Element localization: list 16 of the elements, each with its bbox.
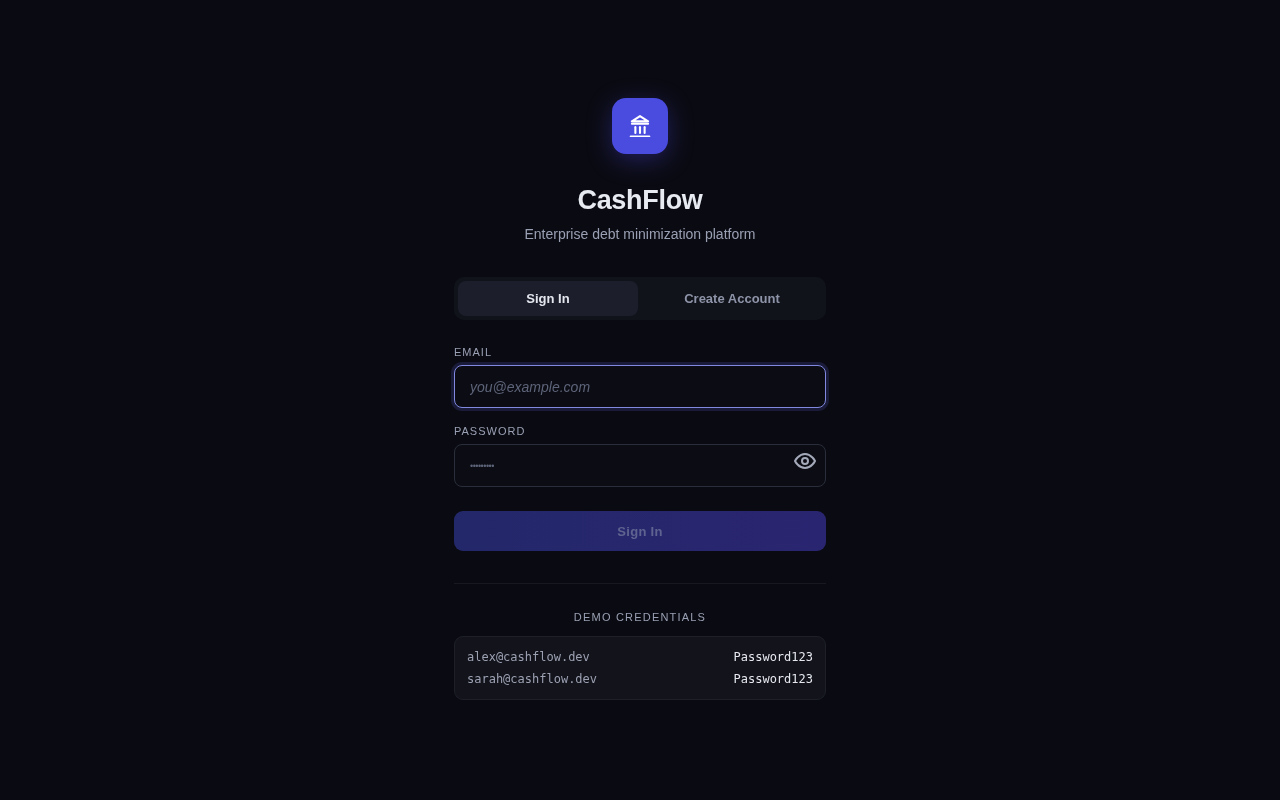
demo-password: Password123 [733, 649, 813, 665]
show-password-button[interactable] [794, 453, 816, 469]
auth-tab[interactable]: Create Account [642, 281, 822, 316]
demo-email: alex@cashflow.dev [467, 649, 590, 665]
app-tagline: Enterprise debt minimization platform [524, 225, 756, 243]
demo-heading: DEMO CREDENTIALS [573, 610, 707, 624]
field-label: EMAIL [454, 345, 492, 359]
password-field[interactable]: ••••••••• [454, 444, 826, 487]
email-field[interactable]: you@example.com [454, 365, 826, 408]
bank-icon [629, 115, 651, 137]
eye-icon [794, 453, 816, 469]
field-label: PASSWORD [454, 424, 526, 438]
demo-password: Password123 [733, 671, 813, 687]
app-title: CashFlow [577, 184, 703, 216]
auth-tab[interactable]: Sign In [458, 281, 638, 316]
demo-email: sarah@cashflow.dev [467, 671, 598, 687]
